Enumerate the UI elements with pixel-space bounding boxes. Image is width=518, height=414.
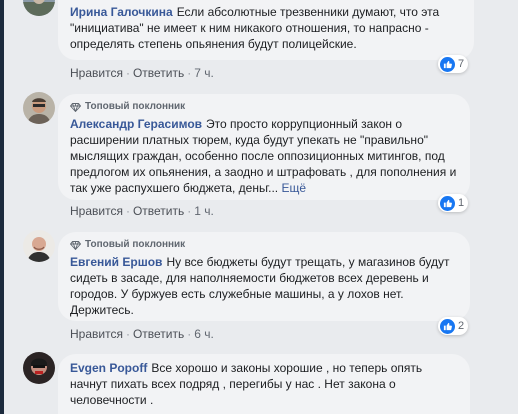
diamond-icon: [70, 240, 81, 250]
comment-bubble: Топовый поклонник Александр Герасимов Это…: [58, 94, 470, 200]
like-button[interactable]: Нравится: [70, 204, 123, 218]
reply-button[interactable]: Ответить: [133, 204, 184, 218]
avatar[interactable]: [23, 230, 55, 262]
see-more-link[interactable]: Ещё: [282, 181, 307, 195]
comment-actions: Нравится · Ответить · 1 ч.: [70, 204, 214, 218]
comment-author[interactable]: Александр Герасимов: [70, 117, 202, 131]
reply-button[interactable]: Ответить: [133, 66, 184, 80]
reaction-count[interactable]: 1: [438, 194, 469, 212]
comment-bubble: Топовый поклонник Евгений Ершов Ну все бю…: [58, 232, 470, 321]
like-icon: [440, 318, 455, 334]
reply-button[interactable]: Ответить: [133, 327, 184, 341]
comment-time[interactable]: 6 ч.: [194, 327, 214, 341]
avatar[interactable]: [23, 0, 55, 16]
comment-bubble: Evgen Popoff Все хорошо и законы хорошие …: [58, 354, 470, 414]
top-fan-badge: Топовый поклонник: [70, 100, 458, 114]
comment-author[interactable]: Ирина Галочкина: [70, 5, 173, 19]
comment-author[interactable]: Евгений Ершов: [70, 255, 162, 269]
top-fan-badge: Топовый поклонник: [70, 238, 458, 252]
like-icon: [440, 56, 455, 72]
reaction-count[interactable]: 7: [438, 55, 469, 73]
like-icon: [440, 195, 455, 211]
diamond-icon: [70, 102, 81, 112]
comment-bubble: Ирина Галочкина Если абсолютные трезвенни…: [58, 0, 474, 60]
like-button[interactable]: Нравится: [70, 327, 123, 341]
avatar[interactable]: [23, 352, 55, 384]
like-button[interactable]: Нравится: [70, 66, 123, 80]
comment-time[interactable]: 1 ч.: [194, 204, 214, 218]
comment-time[interactable]: 7 ч.: [194, 66, 214, 80]
comment-author[interactable]: Evgen Popoff: [70, 361, 147, 375]
left-edge-bar: [0, 0, 4, 414]
comment-actions: Нравится · Ответить · 6 ч.: [70, 327, 214, 341]
reaction-count[interactable]: 2: [438, 317, 469, 335]
avatar[interactable]: [23, 92, 55, 124]
comment-actions: Нравится · Ответить · 7 ч.: [70, 66, 214, 80]
